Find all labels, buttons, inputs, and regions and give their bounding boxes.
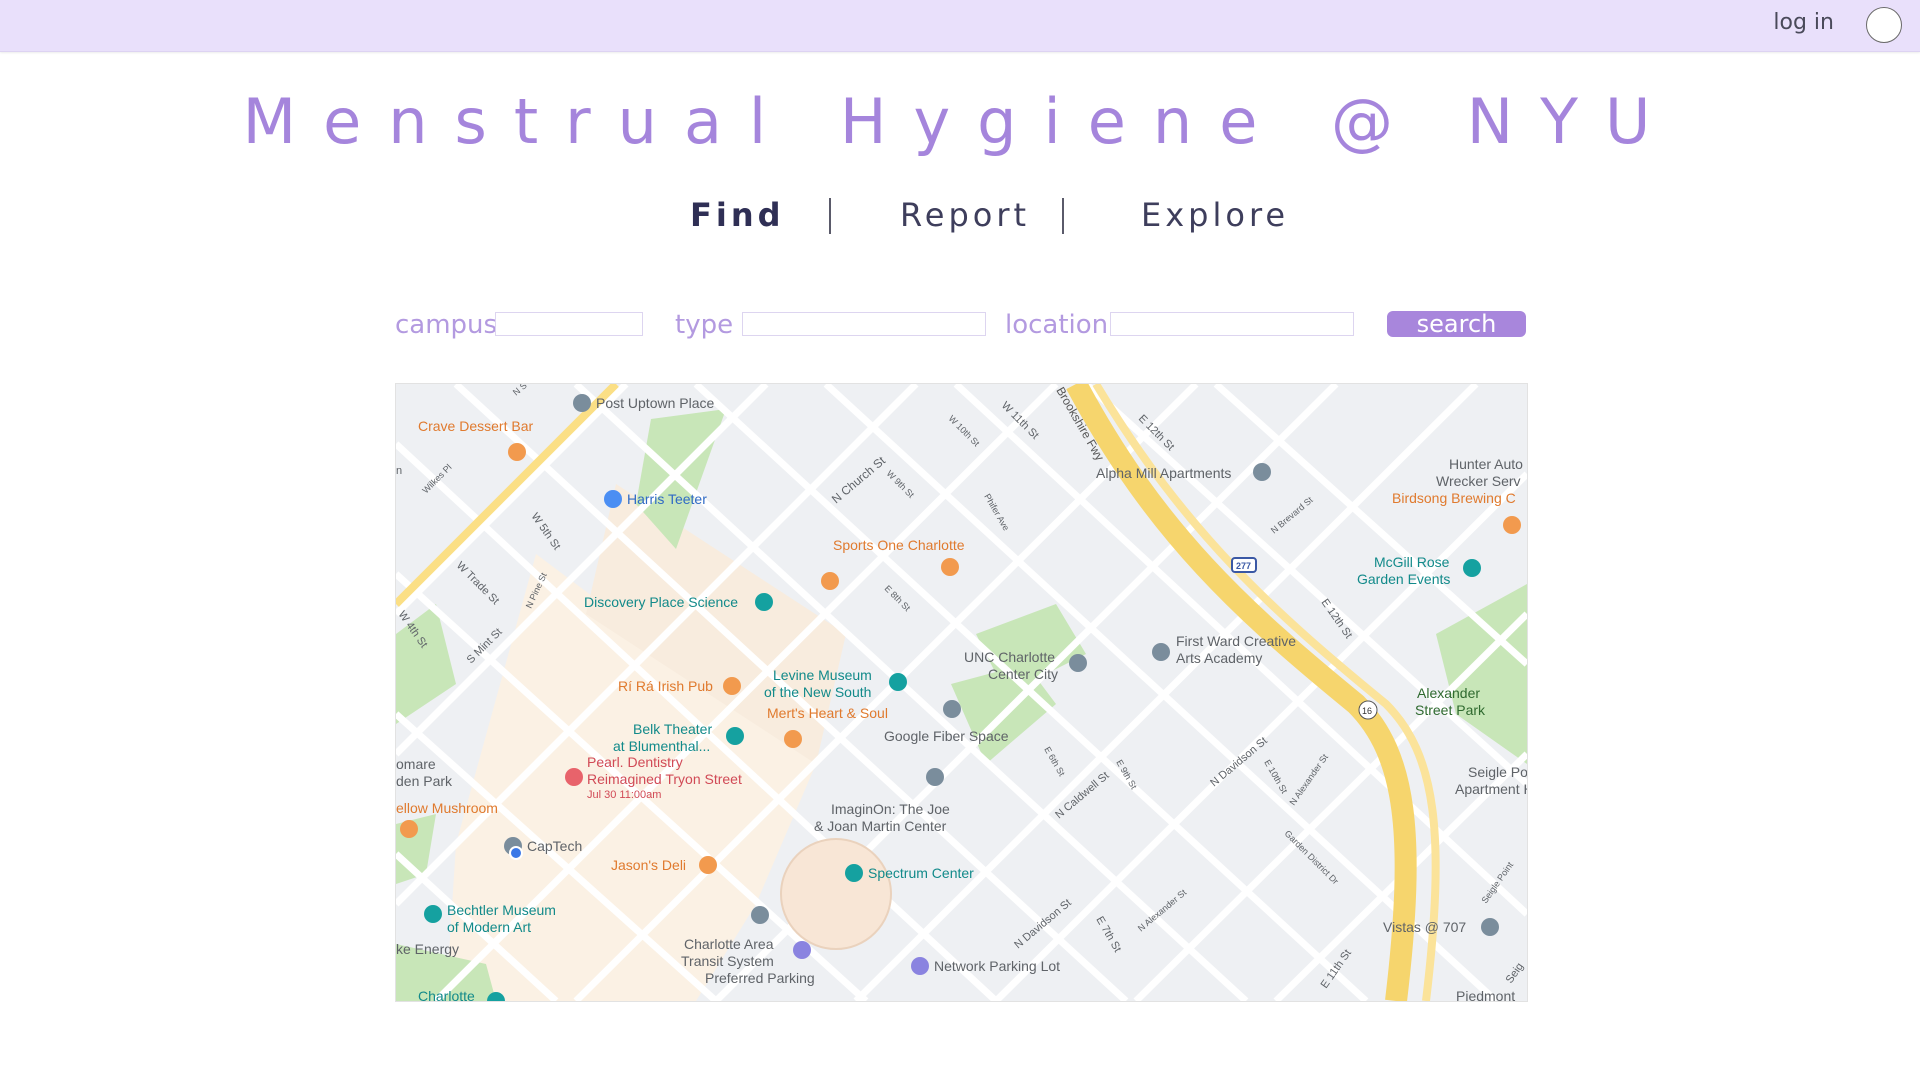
type-label: type <box>675 310 734 340</box>
poi-label: McGill Rose <box>1374 554 1450 570</box>
poi-label: First Ward Creative <box>1176 633 1296 649</box>
campus-label: campus <box>395 310 498 340</box>
school-pin-icon <box>1069 654 1087 672</box>
nav-report[interactable]: Report <box>900 196 1030 234</box>
poi-label: Spectrum Center <box>868 865 974 881</box>
poi-label: Alexander <box>1417 685 1480 701</box>
poi-label: ellow Mushroom <box>396 800 498 816</box>
bar-pin-icon <box>941 558 959 576</box>
parking-pin-icon <box>911 957 929 975</box>
nav-find[interactable]: Find <box>690 196 785 234</box>
venue-pin-icon <box>1463 559 1481 577</box>
poi-label: CapTech <box>527 838 582 854</box>
theater-pin-icon <box>726 727 744 745</box>
dentist-pin-icon <box>565 768 583 786</box>
poi-label: of Modern Art <box>447 919 531 935</box>
type-field[interactable] <box>742 312 986 336</box>
location-field[interactable] <box>1110 312 1354 336</box>
nav-divider <box>1062 198 1064 234</box>
nav-divider <box>829 198 831 234</box>
poi-label: Piedmont <box>1456 988 1515 1001</box>
poi-label: Mert's Heart & Soul <box>767 705 888 721</box>
restaurant-pin-icon <box>821 572 839 590</box>
search-button[interactable]: search <box>1387 311 1526 337</box>
poi-label: at Blumenthal... <box>613 738 710 754</box>
poi-label: Preferred Parking <box>705 970 815 986</box>
poi-label: Belk Theater <box>633 721 712 737</box>
poi-label: Harris Teeter <box>627 491 707 507</box>
poi-label: Jason's Deli <box>611 857 686 873</box>
current-location-icon <box>509 846 523 860</box>
poi-label: Center City <box>988 666 1058 682</box>
poi-label: den Park <box>396 773 453 789</box>
shield-label: 16 <box>1362 706 1372 716</box>
poi-label: Street Park <box>1415 702 1486 718</box>
poi-label: Pearl. Dentistry <box>587 754 683 770</box>
poi-label: & Joan Martin Center <box>814 818 947 834</box>
login-link[interactable]: log in <box>1773 10 1834 35</box>
restaurant-pin-icon <box>784 730 802 748</box>
poi-label: ImaginOn: The Joe <box>831 801 950 817</box>
place-pin-icon <box>943 700 961 718</box>
poi-label: Post Uptown Place <box>596 395 714 411</box>
poi-label: Network Parking Lot <box>934 958 1060 974</box>
campus-field[interactable] <box>495 312 643 336</box>
poi-label: Hunter Auto <box>1449 456 1523 472</box>
poi-label: Transit System <box>681 953 774 969</box>
poi-label: Apartment Hon <box>1455 781 1527 797</box>
top-bar: log in <box>0 0 1920 52</box>
arena-pin-icon <box>845 864 863 882</box>
poi-label: omare <box>396 756 436 772</box>
nav-explore[interactable]: Explore <box>1141 196 1289 234</box>
parking-pin-icon <box>793 941 811 959</box>
restaurant-pin-icon <box>699 856 717 874</box>
poi-label: of the New South <box>764 684 871 700</box>
poi-label: Rí Rá Irish Pub <box>618 678 713 694</box>
restaurant-pin-icon <box>400 820 418 838</box>
poi-label: Crave Dessert Bar <box>418 418 533 434</box>
shopping-pin-icon <box>604 490 622 508</box>
poi-label: Charlotte <box>418 988 475 1001</box>
street-label: n <box>396 465 402 477</box>
place-pin-icon <box>751 906 769 924</box>
map-canvas: W 11th St Brookshire Fwy E 12th St W 10t… <box>396 384 1527 1001</box>
museum-pin-icon <box>755 593 773 611</box>
poi-label: Jul 30 11:00am <box>587 789 661 801</box>
arena-shape <box>780 838 892 950</box>
location-label: location <box>1005 310 1109 340</box>
museum-pin-icon <box>889 673 907 691</box>
place-pin-icon <box>1481 918 1499 936</box>
restaurant-pin-icon <box>723 677 741 695</box>
place-pin-icon <box>573 394 591 412</box>
bar-pin-icon <box>1503 516 1521 534</box>
poi-label: Google Fiber Space <box>884 728 1009 744</box>
poi-label: ke Energy <box>396 941 459 957</box>
shield-label: 277 <box>1236 561 1251 571</box>
map[interactable]: W 11th St Brookshire Fwy E 12th St W 10t… <box>395 383 1528 1002</box>
poi-label: UNC Charlotte <box>964 649 1055 665</box>
poi-label: Garden Events <box>1357 571 1450 587</box>
poi-label: Seigle Po <box>1468 764 1527 780</box>
poi-label: Discovery Place Science <box>584 594 738 610</box>
page-title: Menstrual Hygiene @ NYU <box>242 85 1678 158</box>
main-nav: Find Report Explore <box>0 196 1920 236</box>
poi-label: Reimagined Tryon Street <box>587 771 742 787</box>
bar-pin-icon <box>508 443 526 461</box>
poi-label: Vistas @ 707 <box>1383 919 1466 935</box>
place-pin-icon <box>1253 463 1271 481</box>
poi-label: Birdsong Brewing C <box>1392 490 1516 506</box>
museum-pin-icon <box>424 905 442 923</box>
avatar[interactable] <box>1866 7 1902 43</box>
poi-label: Arts Academy <box>1176 650 1262 666</box>
library-pin-icon <box>926 768 944 786</box>
poi-label: Levine Museum <box>773 667 872 683</box>
poi-label: Charlotte Area <box>684 936 774 952</box>
school-pin-icon <box>1152 643 1170 661</box>
poi-label: Sports One Charlotte <box>833 537 965 553</box>
poi-label: Wrecker Serv <box>1436 473 1521 489</box>
poi-label: Bechtler Museum <box>447 902 556 918</box>
poi-label: Alpha Mill Apartments <box>1096 465 1231 481</box>
